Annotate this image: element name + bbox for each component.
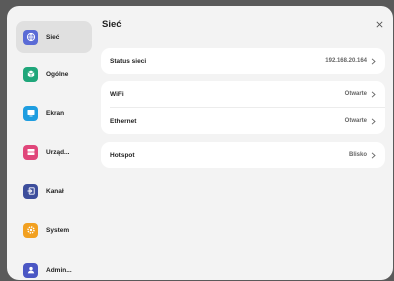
- page-title: Sieć: [102, 19, 122, 30]
- sidebar-item-label: Ogólne: [46, 70, 69, 78]
- storage-icon: [23, 144, 38, 160]
- sidebar-item-label: Kanał: [46, 187, 64, 195]
- sidebar-item-system[interactable]: System: [16, 214, 92, 246]
- sidebar-item-channel[interactable]: Kanał: [16, 175, 92, 207]
- sidebar-item-label: Urząd...: [46, 148, 70, 156]
- ethernet-row[interactable]: Ethernet Otwarte: [101, 108, 385, 134]
- chevron-right-icon: [371, 151, 377, 159]
- ethernet-label: Ethernet: [110, 117, 137, 125]
- sidebar-item-label: Admin...: [46, 266, 72, 274]
- sidebar-item-devices[interactable]: Urząd...: [16, 136, 92, 168]
- cube-icon: [23, 66, 38, 82]
- sidebar-item-label: Sieć: [46, 33, 60, 41]
- network-status-card: Status sieci 192.168.20.164: [101, 48, 385, 74]
- sidebar-item-general[interactable]: Ogólne: [16, 58, 92, 90]
- sidebar-item-admin[interactable]: Admin...: [16, 254, 92, 280]
- sidebar-item-display[interactable]: Ekran: [16, 97, 92, 129]
- hotspot-label: Hotspot: [110, 151, 135, 159]
- wifi-label: WiFi: [110, 90, 124, 98]
- close-icon: [375, 20, 383, 28]
- network-status-label: Status sieci: [110, 57, 147, 65]
- sidebar-item-label: System: [46, 226, 70, 234]
- input-icon: [23, 183, 38, 199]
- wifi-value: Otwarte: [344, 91, 367, 97]
- hotspot-value: Blisko: [348, 152, 367, 158]
- network-status-row[interactable]: Status sieci 192.168.20.164: [101, 48, 385, 74]
- gear-icon: [23, 222, 38, 238]
- globe-icon: [23, 29, 38, 45]
- sidebar-item-network[interactable]: Sieć: [16, 21, 92, 53]
- sidebar: Sieć Ogólne Ekran Urząd... Kanał System …: [7, 6, 99, 280]
- display-icon: [23, 105, 38, 121]
- wifi-row[interactable]: WiFi Otwarte: [101, 81, 385, 107]
- ethernet-value: Otwarte: [344, 118, 367, 124]
- sidebar-item-label: Ekran: [46, 109, 65, 117]
- hotspot-row[interactable]: Hotspot Blisko: [101, 142, 385, 168]
- ip-address-value: 192.168.20.164: [325, 58, 367, 64]
- user-icon: [23, 262, 38, 278]
- connections-card: WiFi Otwarte Ethernet Otwarte: [101, 81, 385, 134]
- settings-window: Sieć Ogólne Ekran Urząd... Kanał System …: [7, 6, 393, 280]
- hotspot-card: Hotspot Blisko: [101, 142, 385, 168]
- chevron-right-icon: [371, 117, 377, 125]
- chevron-right-icon: [371, 90, 377, 98]
- chevron-right-icon: [371, 57, 377, 65]
- close-button[interactable]: [373, 18, 385, 30]
